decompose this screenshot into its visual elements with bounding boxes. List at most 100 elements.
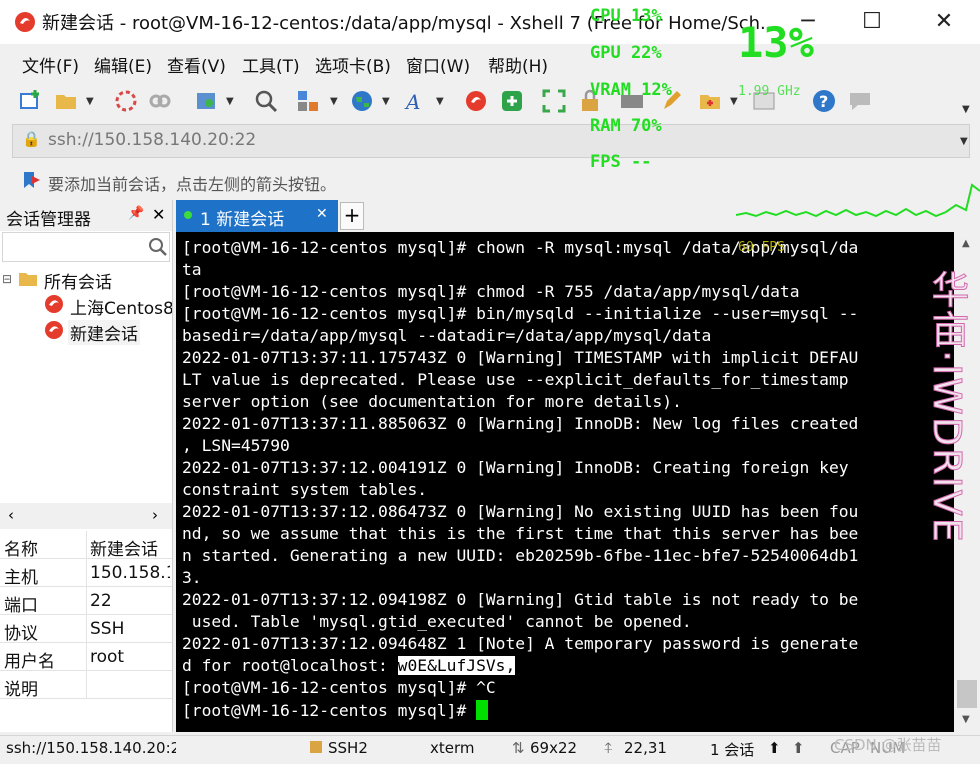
props-scrollbar[interactable]: [0, 503, 172, 529]
prop-key-name: 名称: [4, 540, 38, 560]
search-icon[interactable]: [254, 89, 278, 113]
terminal[interactable]: [root@VM-16-12-centos mysql]# chown -R m…: [176, 232, 954, 732]
scroll-up-icon[interactable]: ▲: [962, 238, 970, 249]
settings-icon[interactable]: [194, 89, 218, 113]
size-icon: ⇅: [512, 739, 525, 757]
close-button[interactable]: ✕: [912, 0, 976, 44]
prop-value-username: root: [90, 647, 125, 667]
fullscreen-icon[interactable]: [542, 89, 566, 113]
panel-close-icon[interactable]: ✕: [152, 205, 165, 224]
connected-dot-icon: [184, 211, 192, 219]
help-icon[interactable]: ?: [812, 89, 836, 113]
terminal-line: basedir=/data/app/mysql --datadir=/data/…: [182, 326, 712, 345]
session-manager-title: 会话管理器: [6, 210, 91, 230]
menu-file[interactable]: 文件(F): [22, 52, 79, 77]
status-sessions: 1 会话: [710, 741, 755, 759]
font-dropdown-icon[interactable]: ▼: [436, 96, 444, 107]
tree-root[interactable]: 所有会话: [44, 268, 112, 293]
prop-value-protocol: SSH: [90, 619, 125, 639]
link-icon[interactable]: [148, 89, 172, 113]
menu-view[interactable]: 查看(V): [167, 52, 226, 77]
terminal-line: ta: [182, 260, 202, 279]
prop-key-host: 主机: [4, 568, 38, 588]
toolbar-overflow-icon[interactable]: ▼: [962, 104, 970, 115]
menu-tabs[interactable]: 选项卡(B): [315, 52, 391, 77]
prop-divider: [86, 531, 87, 699]
scroll-down-icon[interactable]: ▼: [962, 714, 970, 725]
scroll-right-icon[interactable]: ›: [152, 506, 158, 524]
status-cursor-pos: 22,31: [624, 739, 667, 757]
scroll-left-icon[interactable]: ‹: [8, 506, 14, 524]
terminal-line: [root@VM-16-12-centos mysql]# chmod -R 7…: [182, 282, 800, 301]
csdn-watermark: CSDN @张苗苗: [834, 736, 942, 754]
settings-dropdown-icon[interactable]: ▼: [226, 96, 234, 107]
terminal-line: n started. Generating a new UUID: eb2025…: [182, 546, 859, 565]
transfer-icon[interactable]: [296, 89, 320, 113]
terminal-line: [root@VM-16-12-centos mysql]# bin/mysqld…: [182, 304, 859, 323]
search-icon[interactable]: [148, 237, 168, 257]
menu-window[interactable]: 窗口(W): [406, 52, 470, 77]
prop-key-username: 用户名: [4, 652, 55, 672]
svg-text:?: ?: [819, 92, 828, 111]
cpu-graph-icon: [736, 183, 980, 218]
prop-key-description: 说明: [4, 680, 38, 700]
maximize-button[interactable]: ☐: [840, 0, 904, 44]
bookmark-arrow-icon[interactable]: [22, 170, 42, 190]
terminal-line: 2022-01-07T13:37:12.094648Z 1 [Note] A t…: [182, 634, 859, 653]
prop-key-protocol: 协议: [4, 624, 38, 644]
tree-item-new-session[interactable]: 新建会话: [68, 320, 140, 345]
cursor-pos-icon: ⍏: [604, 739, 614, 757]
menu-tools[interactable]: 工具(T): [242, 52, 300, 77]
session-search-input[interactable]: [2, 232, 170, 262]
add-folder-icon[interactable]: [698, 89, 722, 113]
overlay-ghz: 1.99 GHz: [738, 84, 801, 99]
menu-help[interactable]: 帮助(H): [488, 52, 548, 77]
disconnect-icon[interactable]: [114, 89, 138, 113]
sessions-up-icon[interactable]: ⬆: [768, 739, 781, 757]
vertical-watermark: 华亩·IWDRIVE: [925, 270, 970, 545]
tab-close-icon[interactable]: ✕: [316, 206, 328, 222]
status-address: ssh://150.158.140.20:22: [6, 739, 176, 757]
tree-item-shanghai-centos8[interactable]: 上海Centos8: [70, 294, 172, 319]
xftp-icon[interactable]: [500, 89, 524, 113]
xshell-logo-icon: [15, 12, 35, 32]
add-tab-button[interactable]: +: [340, 202, 364, 230]
chat-icon[interactable]: [848, 89, 872, 113]
open-folder-icon[interactable]: [54, 89, 78, 113]
status-size: 69x22: [530, 739, 578, 757]
add-folder-dropdown-icon[interactable]: ▼: [730, 96, 738, 107]
hint-text: 要添加当前会话，点击左侧的箭头按钮。: [48, 175, 337, 194]
open-dropdown-icon[interactable]: ▼: [86, 96, 94, 107]
transfer-dropdown-icon[interactable]: ▼: [330, 96, 338, 107]
scrollbar-thumb[interactable]: [957, 680, 977, 708]
terminal-line: nd, so we assume that this is the first …: [182, 524, 859, 543]
xshell-icon[interactable]: [464, 89, 488, 113]
session-icon: [45, 295, 63, 313]
terminal-cursor: [476, 700, 489, 720]
terminal-line: 2022-01-07T13:37:12.094198Z 0 [Warning] …: [182, 590, 859, 609]
window-title: 新建会话 - root@VM-16-12-centos:/data/app/my…: [42, 13, 778, 34]
globe-icon[interactable]: [350, 89, 374, 113]
terminal-line: server option (see documentation for mor…: [182, 392, 682, 411]
new-session-icon[interactable]: [18, 89, 42, 113]
folder-icon: [19, 273, 37, 286]
temporary-password[interactable]: w0E&LufJSVs,: [397, 656, 516, 675]
password-prefix: d for root@localhost:: [182, 656, 398, 675]
status-protocol: SSH2: [328, 739, 368, 757]
terminal-prompt-line: [root@VM-16-12-centos mysql]#: [182, 700, 489, 720]
terminal-line: 2022-01-07T13:37:11.885063Z 0 [Warning] …: [182, 414, 859, 433]
overlay-cpu: CPU 13%: [590, 6, 662, 26]
tree-collapse-icon[interactable]: ⊟: [2, 272, 12, 286]
sessions-down-icon[interactable]: ⬆: [792, 739, 805, 757]
terminal-line: constraint system tables.: [182, 480, 428, 499]
lock-icon: 🔒: [22, 130, 41, 148]
globe-dropdown-icon[interactable]: ▼: [382, 96, 390, 107]
overlay-fps: FPS --: [590, 152, 652, 172]
address-dropdown-icon[interactable]: ▼: [960, 136, 968, 147]
font-icon[interactable]: A: [404, 89, 428, 113]
menu-edit[interactable]: 编辑(E): [94, 52, 152, 77]
address-input[interactable]: ssh://150.158.140.20:22: [48, 130, 256, 150]
terminal-line: [root@VM-16-12-centos mysql]# ^C: [182, 678, 496, 697]
pin-icon[interactable]: 📌: [128, 206, 144, 221]
lock-icon: [310, 741, 322, 753]
